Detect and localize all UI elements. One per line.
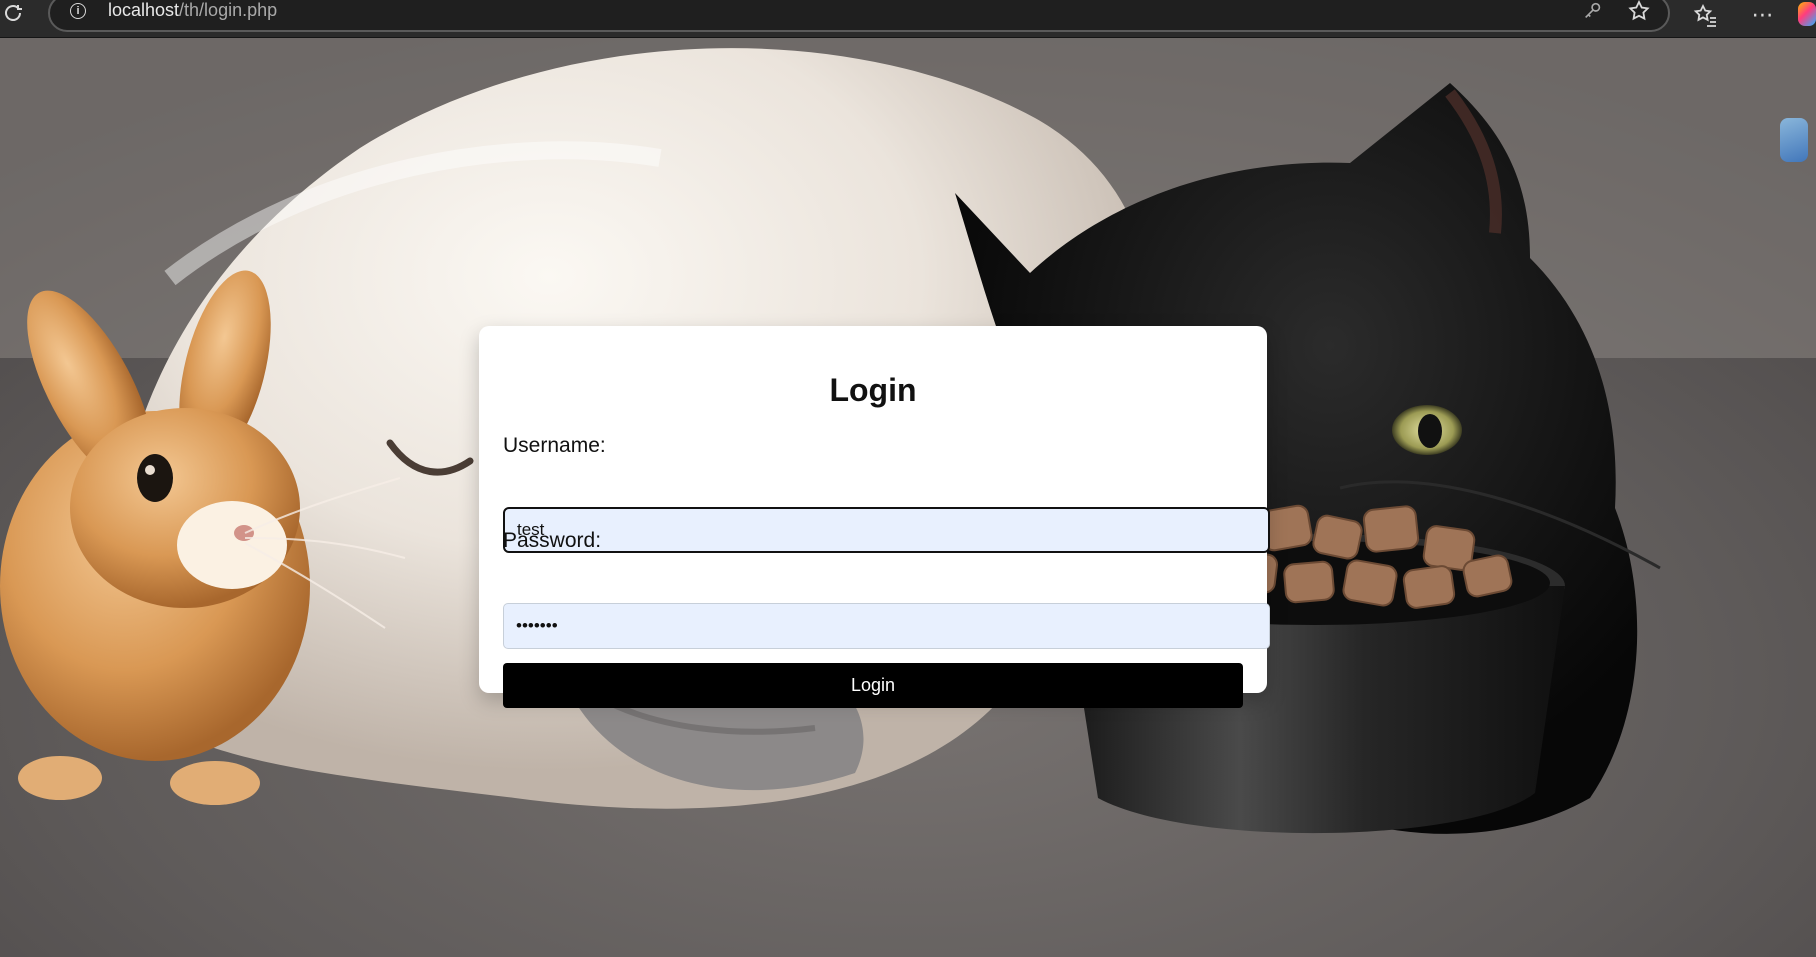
site-info-icon[interactable]: i — [70, 3, 86, 19]
password-label: Password: — [503, 529, 602, 552]
url-text[interactable]: localhost/th/login.php — [108, 0, 277, 21]
username-label: Username: — [503, 434, 606, 457]
login-button[interactable]: Login — [503, 663, 1243, 708]
url-host: localhost — [108, 0, 180, 20]
username-input[interactable] — [503, 507, 1270, 553]
password-input[interactable] — [503, 603, 1270, 649]
login-form: Login Username: Password: Login — [479, 326, 1270, 708]
login-page: Login Username: Password: Login — [0, 38, 1816, 957]
edge-sidebar-icon[interactable] — [1780, 118, 1808, 162]
login-title: Login — [829, 372, 917, 408]
favorites-icon[interactable] — [1693, 2, 1719, 28]
address-bar[interactable]: i localhost/th/login.php — [48, 0, 1670, 32]
url-path: /th/login.php — [179, 0, 278, 20]
key-icon[interactable] — [1582, 0, 1604, 22]
copilot-icon[interactable] — [1798, 2, 1816, 26]
reload-icon[interactable] — [2, 2, 24, 24]
browser-toolbar: i localhost/th/login.php ⋯ — [0, 0, 1816, 38]
favorite-star-icon[interactable] — [1627, 0, 1651, 23]
more-options-icon[interactable]: ⋯ — [1750, 2, 1776, 28]
